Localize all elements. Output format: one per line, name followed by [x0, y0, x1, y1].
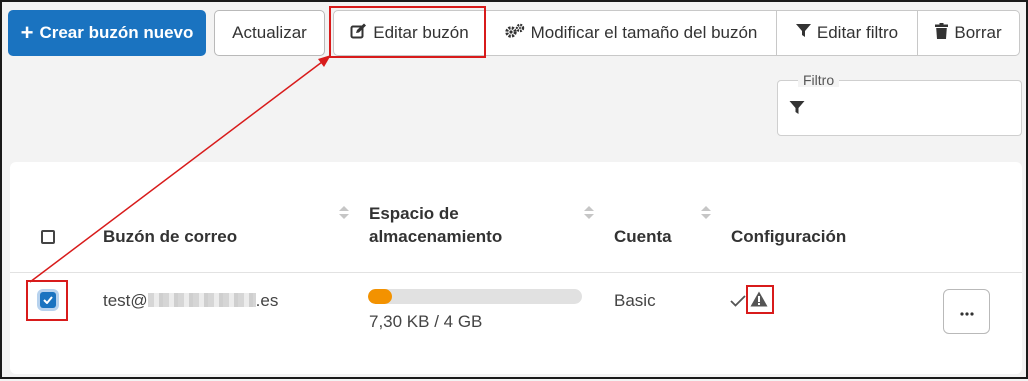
filter-legend: Filtro: [798, 73, 840, 87]
refresh-label: Actualizar: [232, 23, 307, 42]
resize-mailbox-button[interactable]: Modificar el tamaño del buzón: [486, 10, 777, 56]
edit-filter-label: Editar filtro: [816, 23, 899, 42]
storage-progress-bar: [368, 289, 582, 304]
storage-progress-fill: [368, 289, 392, 304]
check-icon: [43, 296, 53, 304]
row-email[interactable]: test@ .es: [103, 291, 278, 311]
delete-button[interactable]: Borrar: [918, 10, 1020, 56]
redacted-email-part: [147, 293, 256, 308]
warning-icon[interactable]: [750, 291, 768, 312]
edit-icon: [350, 23, 367, 44]
column-header-storage-line2: almacenamiento: [369, 227, 503, 246]
resize-mailbox-label: Modificar el tamaño del buzón: [530, 23, 758, 42]
header-divider: [10, 272, 1022, 273]
select-all-checkbox[interactable]: [41, 230, 55, 244]
sort-mailbox-icon[interactable]: [339, 206, 349, 220]
mailbox-table-card: [10, 162, 1022, 374]
sort-storage-icon[interactable]: [584, 206, 594, 220]
filter-field[interactable]: Filtro: [777, 73, 1022, 136]
refresh-button[interactable]: Actualizar: [214, 10, 325, 56]
column-header-configuration: Configuración: [731, 227, 847, 246]
sort-account-icon[interactable]: [701, 206, 711, 220]
column-header-storage-line1: Espacio de: [369, 204, 459, 223]
row-email-prefix: test@: [103, 291, 148, 310]
edit-mailbox-button[interactable]: Editar buzón: [333, 10, 486, 56]
column-header-account[interactable]: Cuenta: [614, 225, 672, 248]
storage-text: 7,30 KB / 4 GB: [369, 312, 483, 331]
delete-label: Borrar: [954, 23, 1002, 42]
column-header-storage[interactable]: Espacio de almacenamiento: [369, 202, 502, 248]
create-mailbox-button[interactable]: + Crear buzón nuevo: [8, 10, 206, 56]
row-account: Basic: [614, 291, 656, 310]
column-header-mailbox[interactable]: Buzón de correo: [103, 225, 237, 248]
filter-icon: [795, 23, 811, 43]
edit-filter-button[interactable]: Editar filtro: [777, 10, 918, 56]
plus-icon: +: [20, 20, 34, 45]
trash-icon: [935, 22, 949, 44]
row-checkbox[interactable]: [40, 292, 56, 308]
row-email-suffix: .es: [255, 291, 279, 310]
create-mailbox-label: Crear buzón nuevo: [39, 23, 194, 42]
check-icon: [730, 294, 746, 312]
filter-icon: [789, 100, 805, 120]
edit-mailbox-label: Editar buzón: [373, 23, 469, 42]
row-actions-button[interactable]: [943, 289, 990, 334]
gears-icon: [504, 23, 525, 44]
more-icon: [959, 303, 974, 321]
